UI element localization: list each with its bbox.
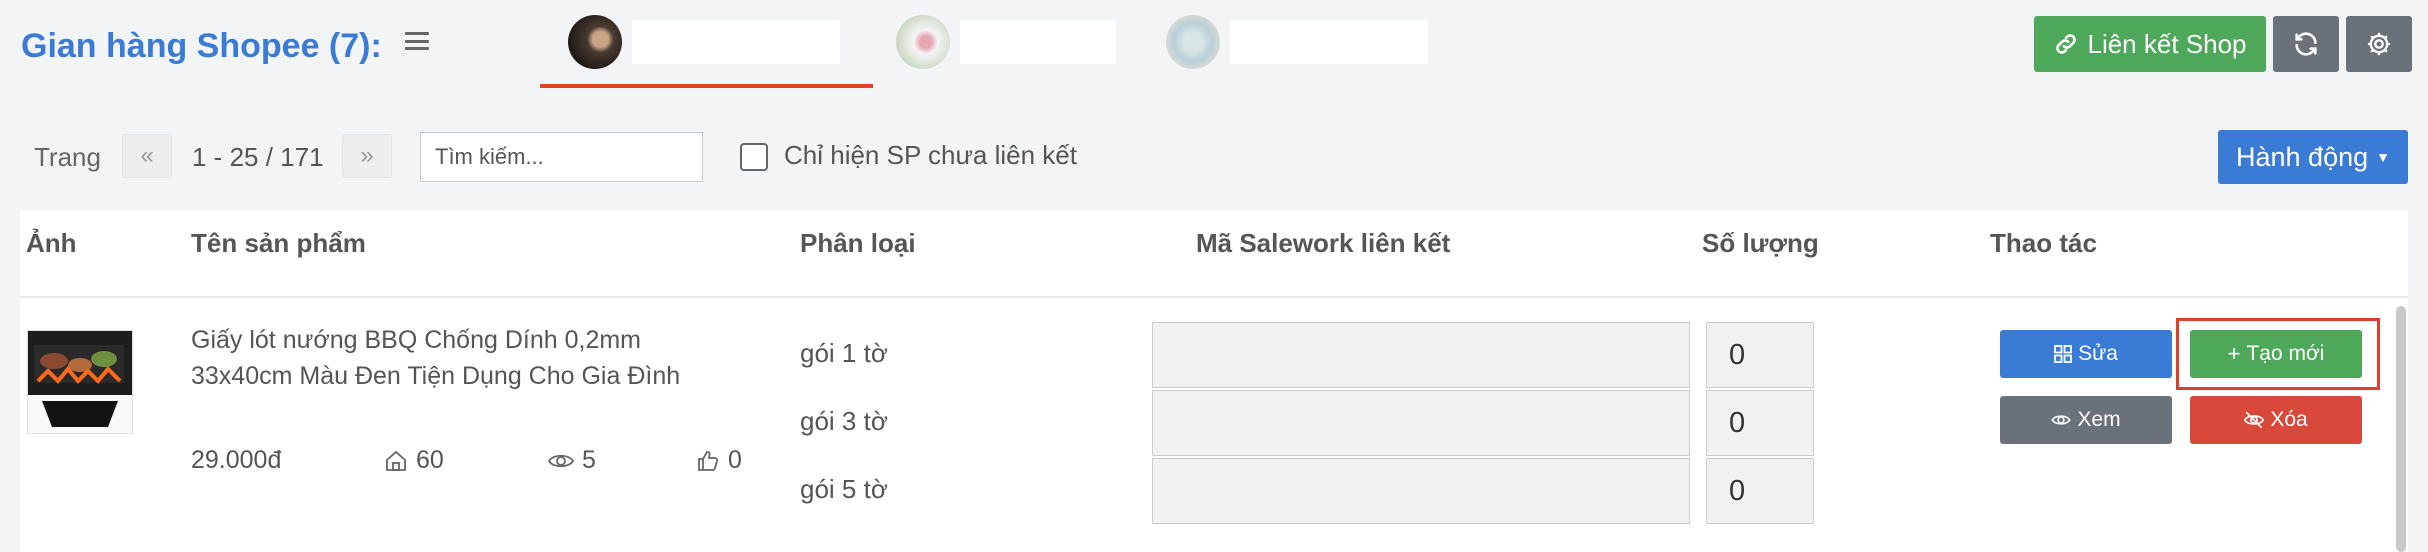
edit-button[interactable]: Sửa bbox=[2000, 330, 2172, 378]
unlinked-only-label: Chỉ hiện SP chưa liên kết bbox=[784, 140, 1077, 170]
page-range: 1 - 25 / 171 bbox=[192, 142, 324, 172]
quantity-input[interactable]: 0 bbox=[1706, 458, 1814, 524]
grid-icon bbox=[2054, 345, 2073, 363]
shop-tab-2[interactable] bbox=[896, 12, 1116, 72]
menu-icon[interactable] bbox=[405, 32, 429, 50]
highlight-box bbox=[2176, 318, 2380, 390]
link-shop-button[interactable]: Liên kết Shop bbox=[2034, 16, 2266, 72]
caret-down-icon: ▼ bbox=[2376, 149, 2390, 165]
shop-avatar bbox=[568, 15, 622, 69]
link-shop-label: Liên kết Shop bbox=[2087, 28, 2247, 59]
delete-button[interactable]: Xóa bbox=[2190, 396, 2362, 444]
header-image: Ảnh bbox=[26, 228, 77, 258]
delete-label: Xóa bbox=[2270, 408, 2308, 431]
thumbs-up-icon bbox=[698, 450, 719, 471]
product-name[interactable]: Giấy lót nướng BBQ Chống Dính 0,2mm 33x4… bbox=[191, 322, 711, 394]
eye-off-icon bbox=[2244, 411, 2265, 429]
active-tab-indicator bbox=[540, 84, 873, 88]
chevron-double-right-icon: » bbox=[360, 142, 374, 169]
eye-icon bbox=[2051, 415, 2072, 425]
views-value: 5 bbox=[582, 446, 596, 474]
eye-icon bbox=[548, 454, 574, 467]
next-page-button[interactable]: » bbox=[342, 134, 392, 178]
header-divider bbox=[20, 296, 2408, 298]
shop-name-redacted bbox=[632, 20, 840, 64]
unlinked-only-checkbox[interactable] bbox=[740, 143, 768, 171]
header-quantity: Số lượng bbox=[1702, 228, 1819, 258]
refresh-button[interactable] bbox=[2273, 16, 2339, 72]
header-sku: Mã Salework liên kết bbox=[1196, 228, 1451, 258]
shop-tab-3[interactable] bbox=[1166, 12, 1428, 72]
view-label: Xem bbox=[2077, 408, 2121, 431]
vertical-scrollbar[interactable] bbox=[2396, 306, 2406, 552]
product-price: 29.000đ bbox=[191, 446, 281, 475]
shop-name-redacted bbox=[960, 20, 1116, 64]
shop-avatar bbox=[896, 15, 950, 69]
product-image[interactable] bbox=[27, 330, 133, 434]
settings-button[interactable] bbox=[2346, 16, 2412, 72]
product-stock: 60 bbox=[384, 446, 444, 475]
shop-avatar bbox=[1166, 15, 1220, 69]
sku-link-input[interactable] bbox=[1152, 390, 1690, 456]
price-value: 29.000đ bbox=[191, 446, 282, 474]
edit-label: Sửa bbox=[2078, 342, 2118, 365]
store-title: Gian hàng Shopee (7): bbox=[21, 27, 382, 65]
store-icon bbox=[386, 450, 406, 471]
variant-label: gói 5 tờ bbox=[800, 474, 888, 504]
shop-name-redacted bbox=[1230, 20, 1428, 64]
header-actions: Thao tác bbox=[1990, 228, 2097, 258]
likes-value: 0 bbox=[728, 446, 742, 474]
sku-link-input[interactable] bbox=[1152, 458, 1690, 524]
chevron-double-left-icon: « bbox=[140, 142, 154, 169]
quantity-input[interactable]: 0 bbox=[1706, 322, 1814, 388]
quantity-input[interactable]: 0 bbox=[1706, 390, 1814, 456]
prev-page-button[interactable]: « bbox=[122, 134, 172, 178]
search-input[interactable] bbox=[420, 132, 703, 182]
header-product-name: Tên sản phẩm bbox=[191, 228, 366, 258]
product-likes: 0 bbox=[696, 446, 742, 475]
sku-link-input[interactable] bbox=[1152, 322, 1690, 388]
actions-dropdown-button[interactable]: Hành động ▼ bbox=[2218, 130, 2408, 184]
page-label: Trang bbox=[34, 142, 101, 172]
header-variant: Phân loại bbox=[800, 228, 916, 258]
variant-label: gói 1 tờ bbox=[800, 338, 888, 368]
product-views: 5 bbox=[548, 446, 596, 475]
link-icon bbox=[2056, 34, 2077, 54]
gear-icon bbox=[2367, 32, 2391, 56]
variant-label: gói 3 tờ bbox=[800, 406, 888, 436]
view-button[interactable]: Xem bbox=[2000, 396, 2172, 444]
refresh-icon bbox=[2295, 32, 2317, 56]
actions-label: Hành động bbox=[2236, 141, 2369, 172]
shop-tab-1[interactable] bbox=[568, 12, 840, 72]
stock-value: 60 bbox=[416, 446, 444, 474]
